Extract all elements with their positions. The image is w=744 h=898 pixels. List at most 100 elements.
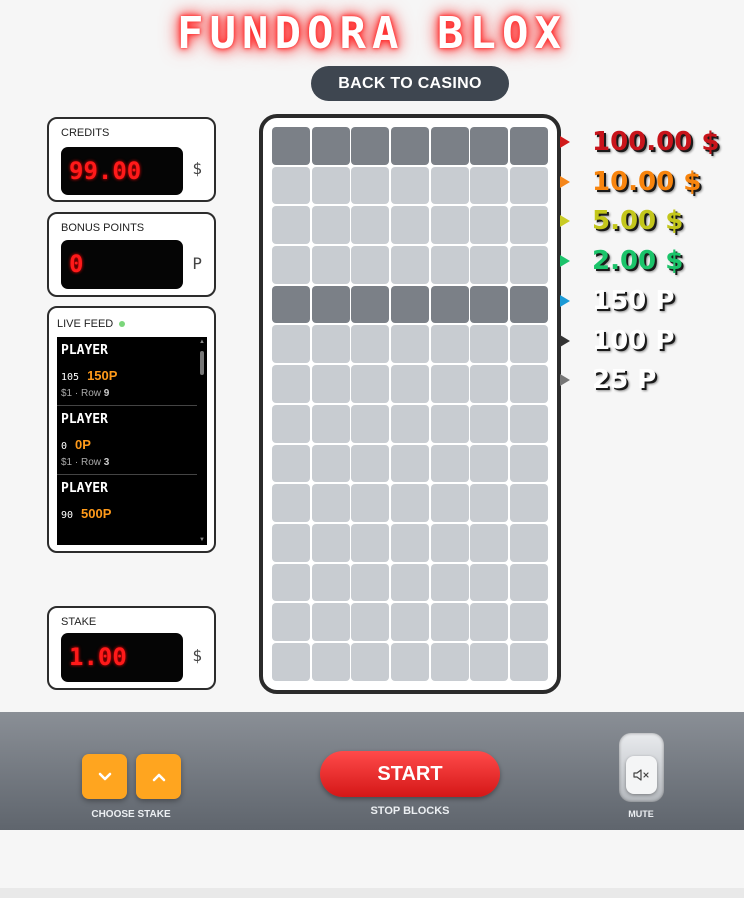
grid-block — [430, 285, 469, 324]
chevron-up-icon — [152, 773, 165, 781]
grid-block — [272, 325, 310, 364]
scroll-thumb[interactable] — [200, 351, 204, 375]
stake-panel: STAKE 1.00 $ — [47, 606, 216, 690]
game-board — [259, 114, 561, 694]
grid-block — [510, 166, 549, 205]
bonus-points-unit: P — [192, 254, 202, 273]
grid-block — [470, 603, 509, 641]
chevron-down-icon — [98, 772, 111, 780]
grid-block — [391, 325, 430, 364]
grid-block — [470, 404, 509, 443]
back-to-casino-button[interactable]: BACK TO CASINO — [311, 66, 509, 101]
grid-block — [430, 206, 469, 245]
prize-row: 100.00 $ — [560, 127, 719, 157]
grid-block — [510, 523, 549, 562]
prize-row: 25 P — [560, 365, 656, 395]
grid-block — [272, 444, 310, 483]
grid-block — [311, 365, 350, 403]
feed-prize: 150P — [87, 368, 118, 383]
live-feed-title: LIVE FEED — [57, 318, 114, 330]
prize-row: 150 P — [560, 286, 674, 316]
grid-block — [430, 484, 469, 522]
grid-block — [311, 484, 350, 522]
feed-player-number: 0 — [61, 441, 68, 452]
grid-block — [272, 642, 310, 681]
grid-block — [510, 642, 549, 681]
live-indicator-icon — [119, 321, 126, 328]
grid-block — [391, 642, 430, 681]
live-feed-panel: LIVE FEED PLAYER 105 150P $1 · Row 9 PLA… — [47, 306, 216, 553]
grid-block — [351, 285, 390, 324]
grid-block — [351, 563, 390, 602]
grid-block — [430, 325, 469, 364]
grid-block — [311, 523, 350, 562]
prize-arrow-icon — [560, 215, 570, 228]
grid-block — [470, 365, 509, 403]
grid-block — [391, 365, 430, 403]
grid-block — [272, 285, 310, 324]
prize-value: 2.00 $ — [592, 246, 684, 277]
grid-block — [311, 603, 350, 641]
live-feed-list[interactable]: PLAYER 105 150P $1 · Row 9 PLAYER 0 0P $… — [57, 337, 207, 545]
grid-block — [272, 603, 310, 641]
feed-scrollbar[interactable]: ▲ ▼ — [199, 339, 205, 543]
prize-arrow-icon — [560, 175, 570, 188]
credits-display: 99.00 — [61, 147, 183, 195]
grid-block — [272, 404, 310, 443]
grid-block — [430, 563, 469, 602]
grid-block — [351, 365, 390, 403]
credits-label: CREDITS — [61, 127, 110, 139]
grid-block — [391, 404, 430, 443]
stake-up-button[interactable] — [136, 754, 181, 799]
grid-block — [430, 404, 469, 443]
grid-block — [470, 444, 509, 483]
grid-block — [351, 603, 390, 641]
grid-block — [351, 523, 390, 562]
stake-unit: $ — [192, 646, 202, 665]
grid-block — [430, 444, 469, 483]
grid-block — [510, 365, 549, 403]
grid-block — [430, 603, 469, 641]
grid-block — [272, 523, 310, 562]
feed-player-name: PLAYER — [61, 343, 108, 358]
grid-block — [391, 246, 430, 284]
grid-block — [351, 325, 390, 364]
block-grid — [272, 127, 549, 681]
grid-block — [430, 166, 469, 205]
prize-value: 100 P — [592, 325, 675, 356]
mute-button[interactable] — [626, 756, 657, 794]
bonus-points-panel: BONUS POINTS 0 P — [47, 212, 216, 297]
grid-block — [311, 285, 350, 324]
grid-block — [470, 484, 509, 522]
scroll-up-icon[interactable]: ▲ — [199, 339, 205, 345]
grid-block — [351, 404, 390, 443]
grid-block — [391, 603, 430, 641]
grid-block — [510, 127, 549, 165]
grid-block — [430, 523, 469, 562]
feed-meta-text: $1 · Row — [61, 388, 104, 399]
grid-block — [272, 365, 310, 403]
speaker-muted-icon — [632, 769, 649, 781]
grid-block — [510, 246, 549, 284]
grid-block — [272, 246, 310, 284]
bonus-points-label: BONUS POINTS — [61, 222, 145, 234]
prize-value: 10.00 $ — [592, 166, 702, 197]
grid-block — [391, 523, 430, 562]
prize-row: 10.00 $ — [560, 167, 701, 197]
feed-player-name: PLAYER — [61, 481, 108, 496]
feed-item: PLAYER 105 150P $1 · Row 9 — [57, 337, 197, 406]
grid-block — [351, 484, 390, 522]
grid-block — [311, 127, 350, 165]
stop-blocks-caption: STOP BLOCKS — [370, 805, 450, 817]
feed-row-number: 3 — [103, 457, 110, 468]
stake-down-button[interactable] — [82, 754, 127, 799]
grid-block — [430, 127, 469, 165]
grid-block — [470, 523, 509, 562]
start-button[interactable]: START — [320, 751, 500, 797]
prize-value: 150 P — [592, 285, 675, 316]
grid-block — [470, 642, 509, 681]
mute-toggle[interactable] — [619, 733, 664, 802]
scroll-down-icon[interactable]: ▼ — [199, 537, 205, 543]
feed-item: PLAYER 0 0P $1 · Row 3 — [57, 406, 197, 475]
grid-block — [510, 325, 549, 364]
